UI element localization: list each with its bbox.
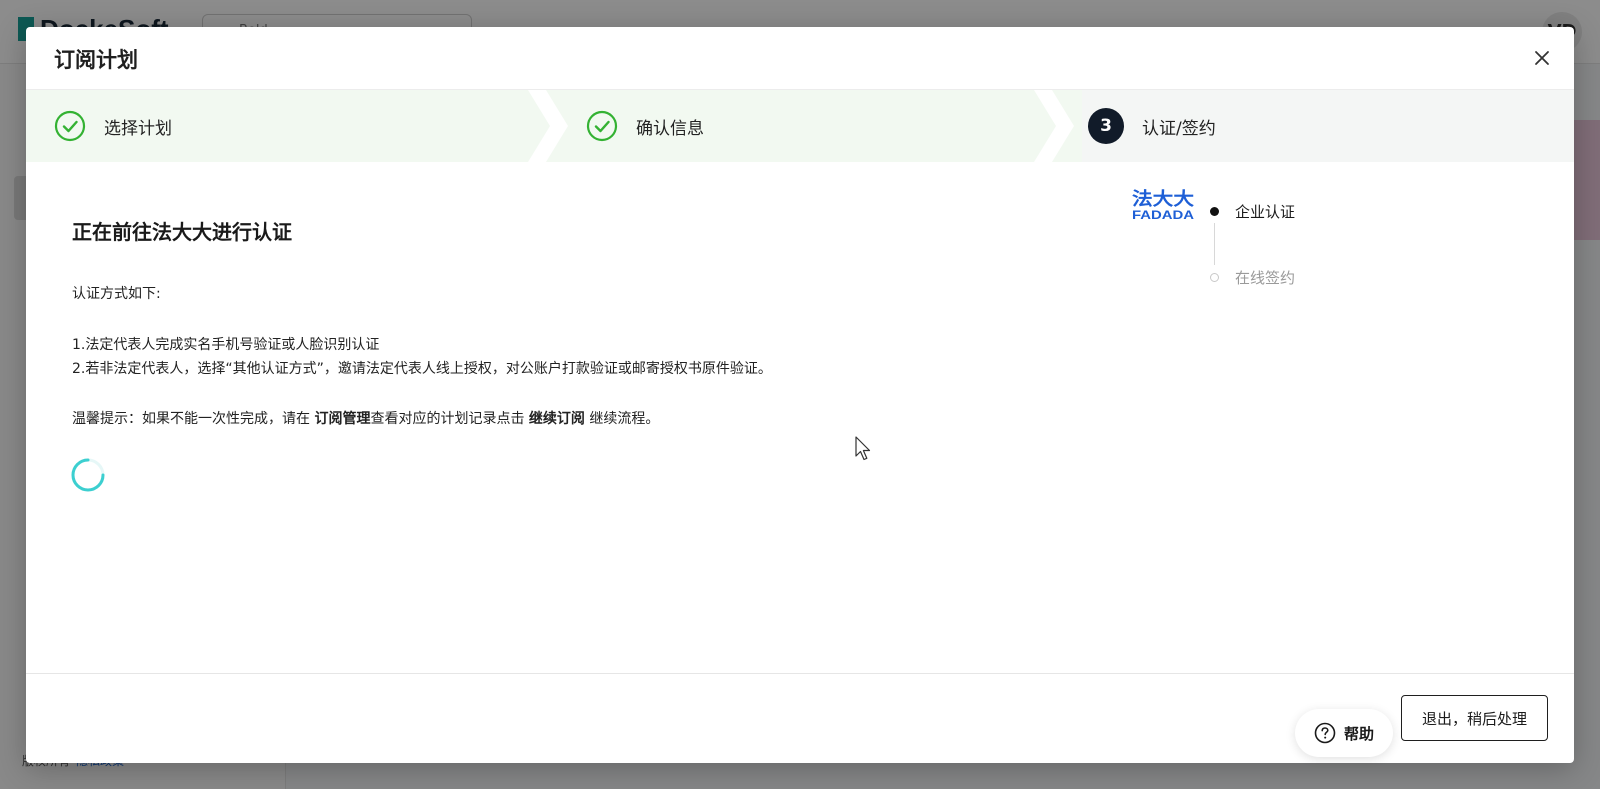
step-number: 3 [1088, 108, 1124, 144]
sub-step-label: 在线签约 [1235, 269, 1296, 287]
check-circle-icon [586, 110, 618, 142]
help-button[interactable]: 帮助 [1295, 709, 1393, 757]
subscription-modal: 订阅计划 选择计划 确认信息 3 认证/签约 正在前往法大大进行认证 认证方式如… [26, 27, 1574, 763]
subscription-management-text: 订阅管理 [314, 411, 371, 427]
method-item: 2.若非法定代表人，选择“其他认证方式”，邀请法定代表人线上授权，对公账户打款验… [72, 361, 772, 377]
step-separator [1034, 90, 1074, 162]
step-verify-sign: 3 认证/签约 [1088, 90, 1216, 162]
mouse-cursor-icon [855, 436, 871, 461]
help-label: 帮助 [1343, 724, 1374, 743]
svg-text:FADADA: FADADA [1132, 208, 1194, 222]
steps-bar: 选择计划 确认信息 3 认证/签约 [26, 90, 1574, 162]
loading-spinner-icon [71, 458, 105, 492]
method-item: 1.法定代表人完成实名手机号验证或人脸识别认证 [72, 337, 380, 353]
continue-subscription-text: 继续订阅 [528, 411, 585, 427]
exit-later-button[interactable]: 退出，稍后处理 [1400, 695, 1548, 741]
step-confirm-info: 确认信息 [586, 90, 704, 162]
step-label: 认证/签约 [1142, 118, 1216, 139]
sub-step-online-signing: 在线签约 [1210, 267, 1295, 288]
step-label: 选择计划 [104, 118, 172, 139]
sub-step-connector [1214, 223, 1215, 265]
inactive-dot-icon [1210, 273, 1219, 282]
method-intro: 认证方式如下: [72, 286, 161, 302]
fadada-logo: 法大大 FADADA [1132, 188, 1194, 222]
step-select-plan: 选择计划 [54, 90, 172, 162]
step-separator [528, 90, 568, 162]
tip-text: 温馨提示：如果不能一次性完成，请在 订阅管理查看对应的计划记录点击 继续订阅 继… [72, 411, 660, 427]
active-dot-icon [1210, 207, 1219, 216]
sub-step-enterprise-verification: 企业认证 [1210, 201, 1295, 222]
modal-title: 订阅计划 [54, 48, 138, 72]
close-icon[interactable] [1530, 46, 1554, 70]
modal-header: 订阅计划 [26, 27, 1574, 90]
sub-step-label: 企业认证 [1235, 203, 1296, 221]
question-circle-icon [1314, 722, 1336, 744]
content-heading: 正在前往法大大进行认证 [72, 220, 292, 244]
check-circle-icon [54, 110, 86, 142]
svg-text:法大大: 法大大 [1132, 188, 1194, 210]
step-label: 确认信息 [636, 118, 704, 139]
